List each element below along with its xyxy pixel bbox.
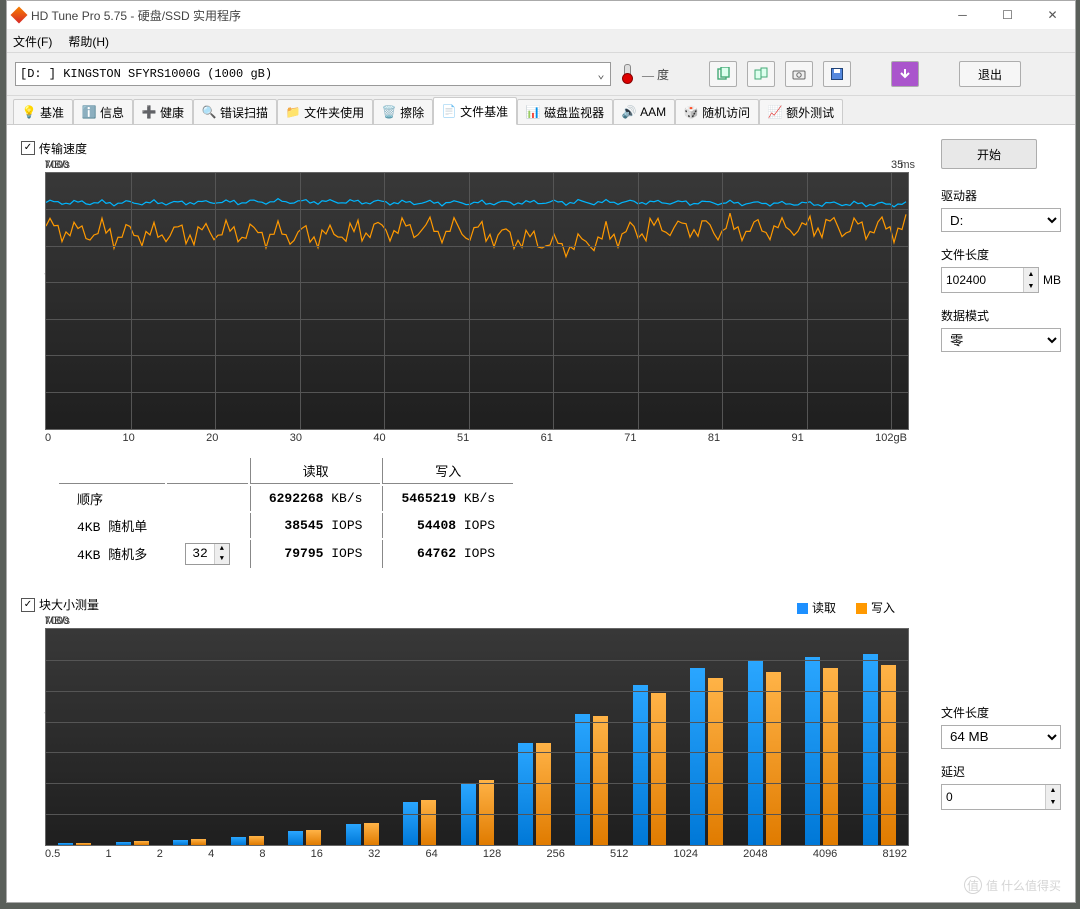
file-length2-dropdown[interactable]: 64 MB <box>941 725 1061 749</box>
tab-9[interactable]: 🎲随机访问 <box>675 99 759 124</box>
pattern-label: 数据模式 <box>941 307 1061 324</box>
delay-label: 延迟 <box>941 763 1061 780</box>
bar-group <box>793 629 850 845</box>
menu-file[interactable]: 文件(F) <box>13 33 52 50</box>
result-label: 4KB 随机单 <box>59 513 165 538</box>
bar-group <box>218 629 275 845</box>
temperature-label: — 度 <box>642 66 669 83</box>
tab-7[interactable]: 📊磁盘监视器 <box>517 99 613 124</box>
tab-3[interactable]: 🔍错误扫描 <box>193 99 277 124</box>
bar-chart <box>45 628 909 846</box>
bar-group <box>448 629 505 845</box>
bar-chart-wrapper: 读取 写入 MB/s 70006000500040003000200010000… <box>45 615 915 860</box>
drive-select[interactable]: [D: ] KINGSTON SFYRS1000G (1000 gB) ⌄ <box>15 62 611 86</box>
screenshot-icon[interactable] <box>785 61 813 87</box>
minimize-button[interactable]: ─ <box>940 1 985 29</box>
app-icon <box>11 7 28 24</box>
tab-2[interactable]: ➕健康 <box>133 99 193 124</box>
arrow-down-icon[interactable] <box>891 61 919 87</box>
file-length-input[interactable]: 102400▲▼ <box>941 267 1039 293</box>
bar-group <box>46 629 103 845</box>
file-length2-label: 文件长度 <box>941 704 1061 721</box>
maximize-button[interactable]: ☐ <box>985 1 1030 29</box>
tab-0[interactable]: 💡基准 <box>13 99 73 124</box>
file-length-label: 文件长度 <box>941 246 1061 263</box>
threads-input[interactable]: 32▲▼ <box>185 543 230 565</box>
bar-legend: 读取 写入 <box>797 599 895 616</box>
bar-group <box>333 629 390 845</box>
bar-group <box>103 629 160 845</box>
tab-10[interactable]: 📈额外测试 <box>759 99 843 124</box>
bar-group <box>678 629 735 845</box>
results-table: 读取写入 顺序6292268 KB/s5465219 KB/s4KB 随机单38… <box>57 456 515 570</box>
result-label: 4KB 随机多 <box>59 540 165 568</box>
block-size-checkbox[interactable]: 块大小测量 <box>21 596 99 613</box>
tab-bar: 💡基准ℹ️信息➕健康🔍错误扫描📁文件夹使用🗑️擦除📄文件基准📊磁盘监视器🔊AAM… <box>7 96 1075 125</box>
tool-bar: [D: ] KINGSTON SFYRS1000G (1000 gB) ⌄ — … <box>7 53 1075 96</box>
close-button[interactable]: ✕ <box>1030 1 1075 29</box>
bar-group <box>276 629 333 845</box>
bar-x-axis: 0.512481632641282565121024204840968192 <box>45 848 907 860</box>
start-button[interactable]: 开始 <box>941 139 1037 169</box>
transfer-chart <box>45 172 909 430</box>
copy-icon[interactable] <box>709 61 737 87</box>
window-title: HD Tune Pro 5.75 - 硬盘/SSD 实用程序 <box>31 7 241 24</box>
side-panel-top: 开始 驱动器 D: 文件长度 102400▲▼ MB 数据模式 零 <box>929 139 1061 570</box>
drive-label: 驱动器 <box>941 187 1061 204</box>
bar-group <box>391 629 448 845</box>
bar-group <box>851 629 908 845</box>
tab-6[interactable]: 📄文件基准 <box>433 97 517 125</box>
transfer-chart-wrapper: MB/sms 70006000500040003000200010000 353… <box>45 159 915 444</box>
x-axis: 0102030405161718191102gB <box>45 432 907 444</box>
tab-4[interactable]: 📁文件夹使用 <box>277 99 373 124</box>
file-length-unit: MB <box>1043 273 1061 287</box>
exit-button[interactable]: 退出 <box>959 61 1021 87</box>
bar-group <box>161 629 218 845</box>
copy-all-icon[interactable] <box>747 61 775 87</box>
tab-1[interactable]: ℹ️信息 <box>73 99 133 124</box>
menu-help[interactable]: 帮助(H) <box>68 33 109 50</box>
pattern-dropdown[interactable]: 零 <box>941 328 1061 352</box>
delay-input[interactable]: 0▲▼ <box>941 784 1061 810</box>
save-icon[interactable] <box>823 61 851 87</box>
tab-8[interactable]: 🔊AAM <box>613 99 675 124</box>
side-panel-bottom: 文件长度 64 MB 延迟 0▲▼ <box>929 596 1061 861</box>
content-area: 传输速度 MB/sms 7000600050004000300020001000… <box>7 125 1075 902</box>
tab-5[interactable]: 🗑️擦除 <box>373 99 433 124</box>
chevron-down-icon: ⌄ <box>592 67 610 82</box>
result-label: 顺序 <box>59 486 165 511</box>
drive-dropdown[interactable]: D: <box>941 208 1061 232</box>
bar-group <box>621 629 678 845</box>
transfer-speed-checkbox[interactable]: 传输速度 <box>21 140 87 157</box>
drive-select-text: [D: ] KINGSTON SFYRS1000G (1000 gB) <box>20 67 272 81</box>
menu-bar: 文件(F) 帮助(H) <box>7 30 1075 53</box>
bar-group <box>506 629 563 845</box>
title-bar: HD Tune Pro 5.75 - 硬盘/SSD 实用程序 ─ ☐ ✕ <box>7 1 1075 30</box>
app-window: HD Tune Pro 5.75 - 硬盘/SSD 实用程序 ─ ☐ ✕ 文件(… <box>6 0 1076 903</box>
thermometer-icon <box>621 64 632 84</box>
bar-group <box>736 629 793 845</box>
bar-group <box>563 629 620 845</box>
watermark: 值值 什么值得买 <box>964 876 1061 894</box>
